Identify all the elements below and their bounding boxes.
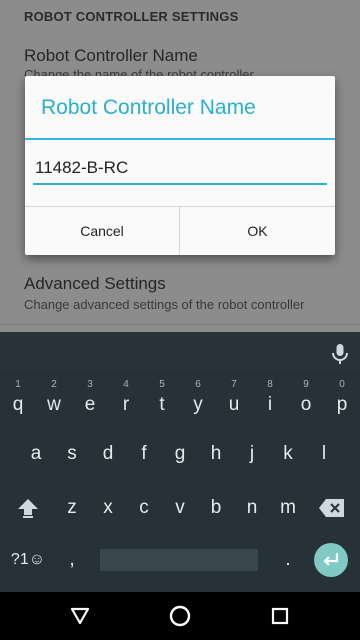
key-k[interactable]: k — [270, 430, 306, 478]
rename-dialog: Robot Controller Name Cancel OK — [25, 76, 335, 255]
enter-icon — [323, 553, 339, 566]
input-underline — [33, 183, 327, 185]
shift-key[interactable] — [10, 484, 46, 532]
key-label: t — [159, 394, 165, 415]
back-icon — [70, 607, 90, 625]
key-t[interactable]: 5t — [144, 376, 180, 424]
symbols-key[interactable]: ?1☺ — [8, 536, 48, 584]
key-z[interactable]: z — [54, 484, 90, 532]
robot-name-input[interactable] — [33, 153, 329, 183]
key-label: e — [84, 394, 96, 415]
backspace-key[interactable] — [312, 484, 352, 532]
pref-robot-name-title[interactable]: Robot Controller Name — [24, 46, 198, 66]
key-label: o — [300, 394, 312, 415]
key-h[interactable]: h — [198, 430, 234, 478]
key-hint: 2 — [51, 379, 57, 390]
backspace-icon — [319, 499, 344, 517]
home-icon — [169, 605, 191, 627]
key-m[interactable]: m — [270, 484, 306, 532]
spacebar[interactable] — [100, 549, 258, 571]
section-header: ROBOT CONTROLLER SETTINGS — [24, 9, 239, 24]
enter-key[interactable] — [314, 543, 348, 577]
key-label: i — [267, 394, 273, 415]
key-d[interactable]: d — [90, 430, 126, 478]
key-hint: 1 — [15, 379, 21, 390]
key-label: w — [47, 394, 61, 415]
key-label: y — [193, 394, 203, 415]
period-key[interactable]: . — [270, 536, 306, 584]
key-u[interactable]: 7u — [216, 376, 252, 424]
key-s[interactable]: s — [54, 430, 90, 478]
home-button[interactable] — [150, 592, 210, 640]
key-hint: 5 — [159, 379, 165, 390]
key-g[interactable]: g — [162, 430, 198, 478]
pref-advanced-summary: Change advanced settings of the robot co… — [24, 297, 305, 312]
key-q[interactable]: 1q — [0, 376, 36, 424]
recents-icon — [271, 607, 289, 625]
pref-divider — [0, 324, 360, 325]
key-hint: 0 — [339, 379, 345, 390]
key-label: p — [336, 394, 348, 415]
key-b[interactable]: b — [198, 484, 234, 532]
name-input-wrapper — [33, 153, 329, 185]
key-w[interactable]: 2w — [36, 376, 72, 424]
key-o[interactable]: 9o — [288, 376, 324, 424]
key-label: u — [228, 394, 240, 415]
shift-icon — [18, 499, 38, 518]
key-r[interactable]: 4r — [108, 376, 144, 424]
recents-button[interactable] — [250, 592, 310, 640]
key-a[interactable]: a — [18, 430, 54, 478]
key-y[interactable]: 6y — [180, 376, 216, 424]
cancel-button[interactable]: Cancel — [25, 207, 179, 255]
key-c[interactable]: c — [126, 484, 162, 532]
key-n[interactable]: n — [234, 484, 270, 532]
key-hint: 8 — [267, 379, 273, 390]
dialog-title: Robot Controller Name — [41, 96, 256, 119]
key-e[interactable]: 3e — [72, 376, 108, 424]
ok-button[interactable]: OK — [180, 207, 335, 255]
key-hint: 4 — [123, 379, 129, 390]
key-hint: 9 — [303, 379, 309, 390]
key-v[interactable]: v — [162, 484, 198, 532]
comma-key[interactable]: , — [54, 536, 90, 584]
pref-advanced-title[interactable]: Advanced Settings — [24, 274, 166, 294]
key-hint: 7 — [231, 379, 237, 390]
key-hint: 6 — [195, 379, 201, 390]
mic-icon[interactable] — [326, 340, 354, 368]
keyboard-suggestion-bar — [0, 332, 360, 370]
dialog-title-divider — [25, 138, 335, 140]
key-j[interactable]: j — [234, 430, 270, 478]
key-x[interactable]: x — [90, 484, 126, 532]
key-l[interactable]: l — [306, 430, 342, 478]
key-i[interactable]: 8i — [252, 376, 288, 424]
soft-keyboard: 1q 2w 3e 4r 5t 6y 7u 8i 9o 0p a s d f g … — [0, 332, 360, 592]
key-f[interactable]: f — [126, 430, 162, 478]
key-hint: 3 — [87, 379, 93, 390]
key-label: r — [122, 394, 130, 415]
key-p[interactable]: 0p — [324, 376, 360, 424]
key-label: q — [12, 394, 24, 415]
system-nav-bar — [0, 592, 360, 640]
back-button[interactable] — [50, 592, 110, 640]
